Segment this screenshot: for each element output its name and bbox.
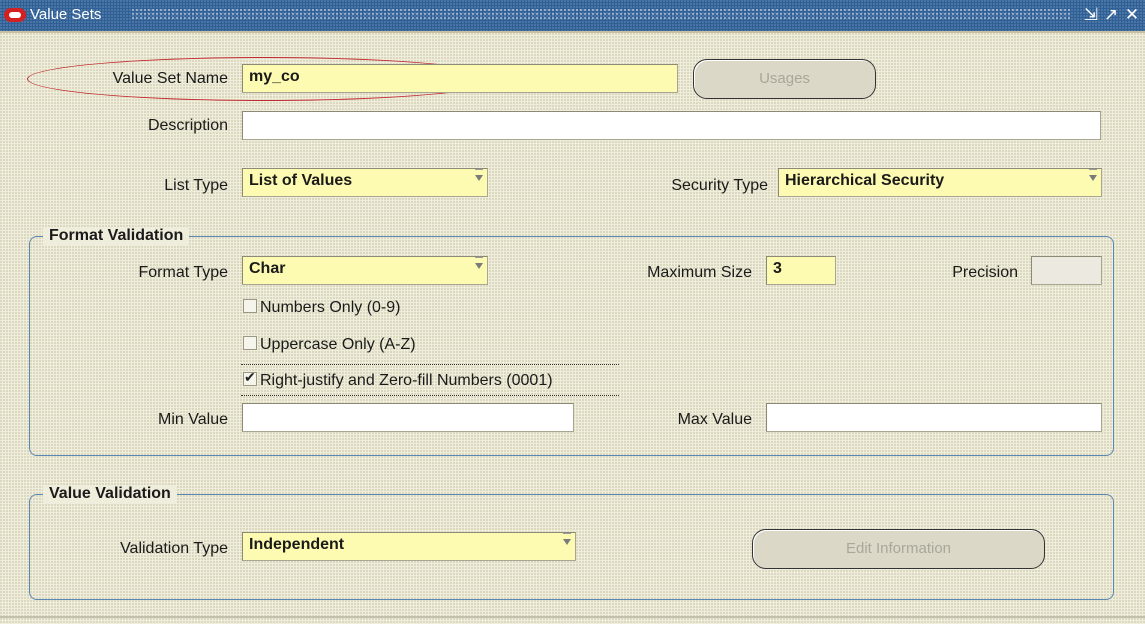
description-field[interactable] bbox=[242, 111, 1101, 140]
precision-field[interactable] bbox=[1031, 256, 1102, 285]
right-justify-label: Right-justify and Zero-fill Numbers (000… bbox=[260, 372, 553, 389]
checkbox-box[interactable] bbox=[243, 336, 257, 350]
minimize-icon[interactable]: ⇲ bbox=[1081, 5, 1101, 25]
description-label: Description bbox=[147, 117, 228, 134]
bottom-divider bbox=[0, 616, 1145, 618]
min-value-label: Min Value bbox=[158, 411, 228, 428]
validation-type-value: Independent bbox=[249, 536, 345, 553]
value-set-name-field[interactable]: my_co bbox=[242, 64, 678, 93]
window-title: Value Sets bbox=[30, 6, 102, 23]
value-validation-title: Value Validation bbox=[43, 485, 177, 503]
security-type-label: Security Type bbox=[671, 177, 768, 194]
uppercase-only-checkbox[interactable]: Uppercase Only (A-Z) bbox=[243, 336, 416, 354]
numbers-only-checkbox[interactable]: Numbers Only (0-9) bbox=[243, 299, 400, 317]
edit-information-label: Edit Information bbox=[845, 540, 952, 557]
numbers-only-label: Numbers Only (0-9) bbox=[260, 299, 401, 316]
validation-type-label: Validation Type bbox=[120, 540, 228, 557]
title-bar-pattern bbox=[132, 9, 1072, 21]
window-title-bar[interactable]: Value Sets ⇲ ↗ ✕ bbox=[0, 0, 1145, 33]
maximum-size-field[interactable]: 3 bbox=[766, 256, 836, 285]
min-value-field[interactable] bbox=[242, 403, 574, 432]
max-value-label: Max Value bbox=[677, 411, 752, 428]
format-validation-title: Format Validation bbox=[43, 227, 190, 245]
validation-type-select[interactable]: Independent bbox=[242, 532, 576, 561]
format-type-value: Char bbox=[249, 260, 286, 277]
close-icon[interactable]: ✕ bbox=[1122, 5, 1142, 25]
chevron-down-icon[interactable] bbox=[475, 169, 483, 181]
chevron-down-icon[interactable] bbox=[563, 533, 571, 545]
chevron-down-icon[interactable] bbox=[1089, 169, 1097, 181]
max-value-field[interactable] bbox=[766, 403, 1102, 432]
security-type-value: Hierarchical Security bbox=[785, 172, 945, 189]
usages-button-label: Usages bbox=[759, 70, 810, 87]
right-justify-checkbox[interactable]: Right-justify and Zero-fill Numbers (000… bbox=[243, 369, 553, 390]
list-type-label: List Type bbox=[164, 177, 228, 194]
list-type-value: List of Values bbox=[249, 172, 353, 189]
maximize-icon[interactable]: ↗ bbox=[1101, 5, 1121, 25]
list-type-select[interactable]: List of Values bbox=[242, 168, 488, 197]
usages-button[interactable]: Usages bbox=[693, 59, 876, 99]
checkbox-box[interactable] bbox=[243, 299, 257, 313]
format-type-label: Format Type bbox=[138, 264, 228, 281]
checkmark-icon[interactable] bbox=[243, 369, 257, 386]
security-type-select[interactable]: Hierarchical Security bbox=[778, 168, 1102, 197]
chevron-down-icon[interactable] bbox=[475, 257, 483, 269]
edit-information-button[interactable]: Edit Information bbox=[752, 529, 1045, 569]
uppercase-only-label: Uppercase Only (A-Z) bbox=[260, 336, 416, 353]
oracle-logo-icon bbox=[4, 8, 26, 22]
value-set-name-label: Value Set Name bbox=[112, 70, 228, 87]
precision-label: Precision bbox=[952, 264, 1018, 281]
maximum-size-label: Maximum Size bbox=[647, 264, 752, 281]
format-type-select[interactable]: Char bbox=[242, 256, 488, 285]
